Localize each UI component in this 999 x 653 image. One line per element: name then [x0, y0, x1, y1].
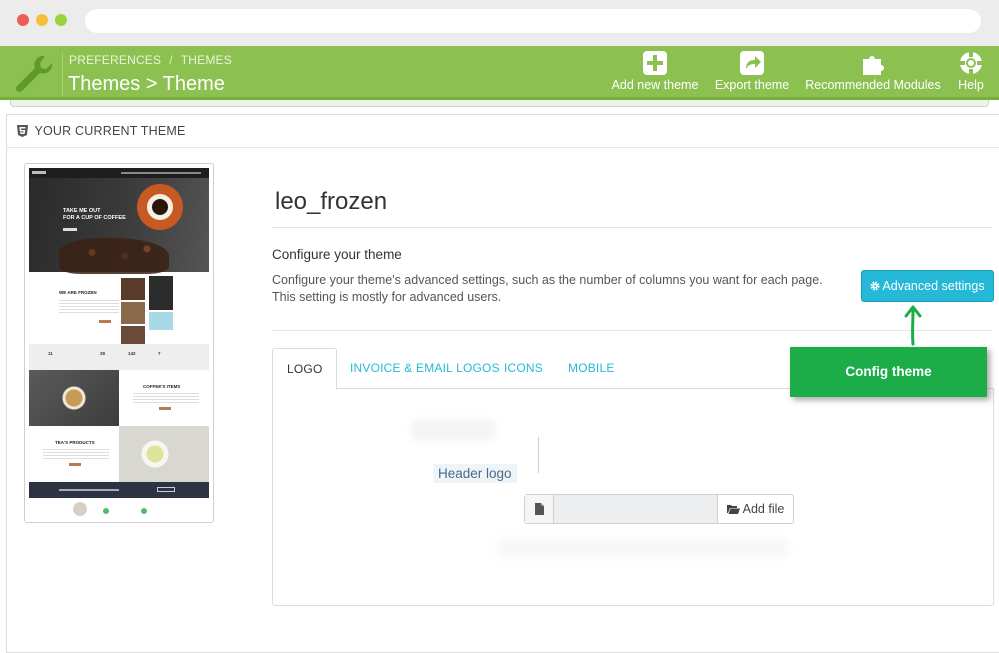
add-file-button[interactable]: Add file	[717, 495, 793, 523]
preview-hero-title: TAKE ME OUT FOR A CUP OF COFFEE	[63, 208, 126, 222]
advanced-settings-button[interactable]: Advanced settings	[861, 270, 994, 302]
divider	[272, 227, 992, 228]
configure-title: Configure your theme	[272, 247, 402, 262]
header-logo-label: Header logo	[433, 464, 517, 483]
blurred-area	[498, 539, 788, 557]
arrow-up-icon	[904, 305, 922, 346]
preview-stat-2: 29	[100, 351, 106, 356]
share-square-icon	[740, 51, 764, 75]
add-file-label: Add file	[742, 502, 785, 516]
preview-hero-line1: TAKE ME OUT	[63, 208, 101, 214]
browser-chrome	[0, 0, 999, 46]
tab-icons[interactable]: ICONS	[504, 348, 543, 389]
toolbar-shadow-strip	[10, 100, 989, 107]
help-label: Help	[958, 78, 984, 92]
preview-photo-5	[121, 326, 145, 346]
file-icon	[535, 503, 544, 515]
preview-stat-1: 11	[48, 351, 53, 356]
toolbar-divider	[62, 52, 63, 96]
preview-coffee-cup	[137, 184, 183, 230]
page-toolbar: PREFERENCES / THEMES Themes > Theme Add ne…	[0, 46, 999, 100]
folder-open-icon	[726, 505, 740, 514]
export-theme-label: Export theme	[714, 78, 790, 92]
blurred-area	[411, 419, 495, 441]
maximize-window-dot[interactable]	[55, 14, 67, 26]
gear-icon	[870, 281, 880, 291]
preview-newsletter-strip	[29, 482, 209, 498]
close-window-dot[interactable]	[17, 14, 29, 26]
breadcrumb-preferences[interactable]: PREFERENCES	[69, 53, 161, 67]
preview-navbar	[29, 168, 209, 178]
panel-heading-text: YOUR CURRENT THEME	[34, 124, 186, 138]
theme-name: leo_frozen	[275, 188, 388, 215]
plus-square-icon	[643, 51, 667, 75]
page-title: Themes > Theme	[68, 73, 225, 95]
preview-photo-4	[149, 312, 173, 330]
add-new-theme-button[interactable]: Add new theme	[610, 50, 700, 96]
theme-preview-image: TAKE ME OUT FOR A CUP OF COFFEE WE ARE F…	[29, 168, 209, 518]
puzzle-icon	[863, 56, 884, 75]
preview-stat-4: 7	[158, 351, 161, 356]
breadcrumb-themes[interactable]: THEMES	[181, 53, 232, 67]
preview-menu	[121, 172, 201, 174]
preview-chef-avatar	[73, 502, 87, 516]
preview-we-are-frozen: WE ARE FROZEN	[59, 290, 97, 295]
lifebuoy-icon	[960, 52, 982, 74]
configure-description: Configure your theme's advanced settings…	[272, 272, 842, 306]
configure-desc-line1: Configure your theme's advanced settings…	[272, 273, 823, 287]
breadcrumb: PREFERENCES / THEMES	[69, 53, 232, 67]
preview-coffee-photo	[29, 370, 119, 426]
file-icon-box	[525, 495, 554, 523]
current-theme-panel: YOUR CURRENT THEME TAKE ME OUT FOR A CUP…	[6, 114, 999, 653]
preview-photo-1	[121, 278, 145, 300]
logo-preview-divider	[538, 437, 539, 473]
tab-mobile[interactable]: MOBILE	[568, 348, 615, 389]
breadcrumb-separator: /	[169, 53, 173, 67]
help-button[interactable]: Help	[952, 50, 990, 96]
preview-photo-2	[149, 276, 173, 310]
preview-hero: TAKE ME OUT FOR A CUP OF COFFEE	[29, 178, 209, 274]
recommended-modules-label: Recommended Modules	[805, 78, 941, 92]
theme-preview-frame[interactable]: TAKE ME OUT FOR A CUP OF COFFEE WE ARE F…	[24, 163, 214, 523]
wrench-icon	[15, 55, 53, 93]
preview-logo	[32, 171, 46, 174]
divider	[272, 330, 992, 331]
configure-desc-line2: This setting is mostly for advanced user…	[272, 290, 502, 304]
preview-stats-strip: 11 29 142 7	[29, 344, 209, 370]
html5-icon	[17, 125, 28, 137]
export-theme-button[interactable]: Export theme	[712, 50, 792, 96]
preview-coffee-beans	[59, 238, 169, 274]
file-name-input[interactable]	[554, 495, 717, 523]
preview-stat-3: 142	[128, 351, 136, 356]
config-theme-callout: Config theme	[790, 347, 987, 397]
logo-tab-content: Header logo Add file	[272, 389, 994, 606]
advanced-settings-label: Advanced settings	[882, 279, 985, 293]
file-upload-group: Add file	[524, 494, 794, 524]
preview-tea-products: TEA'S PRODUCTS	[55, 440, 95, 445]
preview-hero-line2: FOR A CUP OF COFFEE	[63, 215, 126, 221]
preview-photo-3	[121, 302, 145, 324]
preview-hero-button	[63, 228, 77, 231]
add-new-theme-label: Add new theme	[611, 78, 699, 92]
minimize-window-dot[interactable]	[36, 14, 48, 26]
address-bar[interactable]	[85, 9, 981, 33]
recommended-modules-button[interactable]: Recommended Modules	[803, 50, 943, 96]
tab-invoice-email-logos[interactable]: INVOICE & EMAIL LOGOS	[350, 348, 500, 389]
preview-coffee-items: COFFEE'S ITEMS	[143, 384, 181, 389]
panel-heading: YOUR CURRENT THEME	[7, 115, 999, 148]
preview-tea-photo	[119, 426, 209, 482]
tab-logo[interactable]: LOGO	[272, 348, 338, 390]
